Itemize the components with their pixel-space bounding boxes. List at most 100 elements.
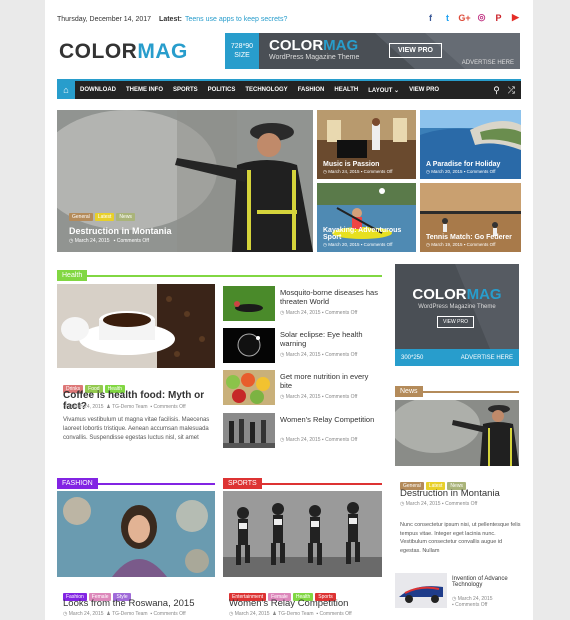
health-list-date-4: March 24, 2015	[285, 437, 321, 443]
banner-size-label: SIZE	[234, 52, 250, 59]
hero-small-caption-1: Music is Passion ◷ March 24, 2015 ▪ Comm…	[323, 161, 393, 175]
tag-general[interactable]: General	[69, 213, 93, 221]
hero-small-post-2[interactable]: A Paradise for Holiday ◷ March 20, 2015 …	[420, 110, 521, 179]
hero-main-meta: ◷ March 24, 2015 ▪ Comments Off	[69, 238, 149, 244]
fashion-date: March 24, 2015	[68, 611, 104, 617]
banner-view-pro-button[interactable]: VIEW PRO	[389, 43, 443, 58]
sidebar-ad-bar: 300*250 ADVERTISE HERE	[395, 349, 519, 366]
hero-small-title-4[interactable]: Tennis Match: Go Federer	[426, 234, 512, 241]
tag-latest[interactable]: Latest	[94, 213, 115, 221]
health-list-title-4[interactable]: Women's Relay Competition	[280, 415, 380, 424]
health-list-title-2[interactable]: Solar eclipse: Eye health warning	[280, 330, 380, 348]
news-image[interactable]	[395, 400, 519, 466]
logo-text-mag: MAG	[137, 40, 188, 63]
news-title[interactable]: Destruction in Montania	[400, 488, 520, 499]
coffee-excerpt: Vivamus vestibulum ut magna vitae facili…	[63, 417, 210, 441]
latest-news-link[interactable]: Teens use apps to keep secrets?	[185, 16, 287, 23]
health-label[interactable]: Health	[57, 270, 88, 281]
sports-comments: Comments Off	[319, 611, 352, 617]
sidebar-ad-logo-2: MAG	[466, 286, 502, 303]
instagram-icon[interactable]: ◎	[476, 12, 487, 23]
coffee-photo	[57, 284, 215, 368]
hero-small-comments-3: Comments Off	[363, 242, 393, 247]
sidebar-ad-subtitle: WordPress Magazine Theme	[418, 304, 496, 310]
nav-items: DOWNLOAD THEME INFO SPORTS POLITICS TECHNOLO…	[75, 87, 444, 94]
banner-subtitle: WordPress Magazine Theme	[269, 54, 360, 61]
health-list-date-2: March 24, 2015	[285, 352, 321, 358]
tag-news[interactable]: News	[116, 213, 135, 221]
nav-item-sports[interactable]: SPORTS	[168, 87, 203, 94]
youtube-icon[interactable]: ▶	[510, 12, 521, 23]
hero-main-title[interactable]: Destruction in Montania	[69, 226, 172, 236]
nav-item-politics[interactable]: POLITICS	[203, 87, 241, 94]
health-list-comments-2: Comments Off	[325, 352, 358, 358]
banner-advertise-here: ADVERTISE HERE	[461, 60, 514, 66]
health-list-meta-1: ◷ March 24, 2015 ▪ Comments Off	[280, 310, 358, 316]
hero-main-tags: General Latest News	[69, 205, 172, 223]
hero-small-meta-3: ◷ March 20, 2015 ▪ Comments Off	[323, 242, 393, 247]
pinterest-icon[interactable]: P	[493, 12, 504, 23]
sports-label[interactable]: SPORTS	[223, 478, 262, 489]
hero-small-post-4[interactable]: Tennis Match: Go Federer ◷ March 19, 201…	[420, 183, 521, 252]
relay-image[interactable]	[223, 413, 275, 448]
nav-item-view-pro[interactable]: VIEW PRO	[404, 87, 444, 94]
health-section-header: Health	[57, 264, 382, 281]
news-comments: Comments Off	[445, 501, 478, 507]
sidebar-ad[interactable]: COLORMAG WordPress Magazine Theme VIEW P…	[395, 264, 519, 366]
site-logo[interactable]: COLORMAG	[59, 40, 188, 64]
hero-small-post-1[interactable]: Music is Passion ◷ March 24, 2015 ▪ Comm…	[317, 110, 416, 179]
health-list-comments-1: Comments Off	[325, 310, 358, 316]
nutrition-image[interactable]	[223, 370, 275, 405]
fashion-photo	[57, 491, 215, 577]
news-photo	[395, 400, 519, 466]
sports-date: March 24, 2015	[234, 611, 270, 617]
home-icon[interactable]: ⌂	[57, 81, 75, 99]
fashion-image[interactable]	[57, 491, 215, 577]
health-list-title-3[interactable]: Get more nutrition in every bite	[280, 372, 380, 390]
sports-title[interactable]: Women's Relay Competition	[229, 598, 384, 609]
nav-item-layout[interactable]: LAYOUT ⌄	[363, 87, 404, 94]
latest-label: Latest:	[159, 15, 182, 23]
nav-item-technology[interactable]: TECHNOLOGY	[240, 87, 292, 94]
google-plus-icon[interactable]: G+	[458, 12, 470, 23]
banner-size-box: 728*90 SIZE	[225, 33, 259, 69]
technology-photo	[395, 573, 447, 608]
hero-small-date-4: March 19, 2015	[431, 242, 463, 247]
sports-section-header: SPORTS	[223, 472, 382, 489]
coffee-meta: ◷ March 24, 2015 ♟ TG-Demo Team ▪ Commen…	[63, 404, 186, 410]
hero-small-meta-1: ◷ March 24, 2015 ▪ Comments Off	[323, 169, 393, 174]
facebook-icon[interactable]: f	[425, 12, 436, 23]
logo-text-color: COLOR	[59, 40, 138, 63]
health-list-meta-3: ◷ March 24, 2015 ▪ Comments Off	[280, 394, 358, 400]
hero-small-caption-3: Kayaking: Adventurous Sport ◷ March 20, …	[323, 227, 416, 248]
banner-logo-2: MAG	[323, 37, 359, 54]
sidebar-ad-logo-1: COLOR	[412, 286, 467, 303]
nav-item-theme-info[interactable]: THEME INFO	[121, 87, 168, 94]
fashion-label[interactable]: FASHION	[57, 478, 98, 489]
technology-title[interactable]: Invention of Advance Technology	[452, 576, 522, 588]
nav-item-health[interactable]: HEALTH	[329, 87, 363, 94]
sidebar-ad-size: 300*250	[401, 354, 424, 361]
hero-small-title-1[interactable]: Music is Passion	[323, 161, 393, 168]
fashion-title[interactable]: Looks from the Roswana, 2015	[63, 598, 218, 609]
header-banner-ad[interactable]: 728*90 SIZE COLORMAG WordPress Magazine T…	[225, 33, 520, 69]
technology-image[interactable]	[395, 573, 447, 608]
hero-main-post[interactable]: General Latest News Destruction in Montani…	[57, 110, 313, 252]
hero-small-post-3[interactable]: Kayaking: Adventurous Sport ◷ March 20, …	[317, 183, 416, 252]
nav-item-fashion[interactable]: FASHION	[293, 87, 330, 94]
news-label[interactable]: News	[395, 386, 423, 397]
sports-image[interactable]	[223, 491, 382, 577]
eclipse-photo	[223, 328, 275, 363]
hero-small-title-3[interactable]: Kayaking: Adventurous Sport	[323, 227, 416, 241]
hero-small-title-2[interactable]: A Paradise for Holiday	[426, 161, 500, 168]
search-icon[interactable]: ⚲	[493, 85, 500, 96]
health-list-title-1[interactable]: Mosquito-borne diseases has threaten Wor…	[280, 288, 380, 306]
health-list-comments-3: Comments Off	[325, 394, 358, 400]
sidebar-ad-view-pro-button[interactable]: VIEW PRO	[437, 316, 475, 328]
mosquito-image[interactable]	[223, 286, 275, 321]
coffee-image[interactable]	[57, 284, 215, 368]
nav-item-download[interactable]: DOWNLOAD	[75, 87, 121, 94]
eclipse-image[interactable]	[223, 328, 275, 363]
random-post-icon[interactable]: ⤮	[508, 85, 515, 96]
twitter-icon[interactable]: t	[442, 12, 453, 23]
